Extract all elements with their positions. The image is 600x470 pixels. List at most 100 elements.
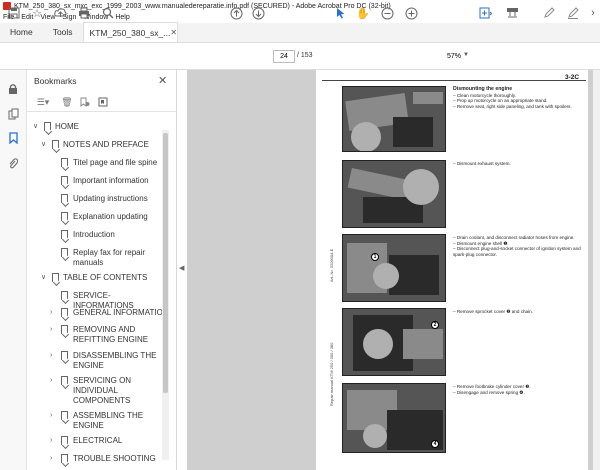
highlight-pen-icon[interactable] bbox=[542, 6, 556, 20]
chevron-right-icon[interactable]: › bbox=[50, 411, 58, 421]
tab-document[interactable]: KTM_250_380_sx_... ✕ bbox=[82, 22, 178, 42]
instruction-line: – Remove seat, right side paneling, and … bbox=[453, 103, 572, 109]
bookmark-label: Replay fax for repair manuals bbox=[73, 248, 146, 267]
chevron-down-icon[interactable]: ∨ bbox=[41, 273, 49, 283]
manual-photo-5: 4 bbox=[342, 383, 446, 453]
chevron-right-icon[interactable]: › bbox=[50, 454, 58, 464]
zoom-out-icon[interactable] bbox=[380, 6, 394, 20]
bookmark-options-icon[interactable]: ☰▾ bbox=[34, 96, 52, 108]
bookmarks-toolbar: ☰▾ 🗑 bbox=[27, 92, 177, 112]
page-total: / 153 bbox=[297, 52, 313, 59]
bookmark-star-icon[interactable]: ☆ bbox=[30, 6, 44, 20]
page-fit-icon[interactable] bbox=[478, 6, 492, 20]
comment-stamp-icon[interactable] bbox=[505, 6, 519, 20]
bookmark-label: TROUBLE SHOOTING bbox=[73, 454, 156, 463]
zoom-chevron-down-icon[interactable]: ▼ bbox=[463, 52, 469, 58]
callout-marker: 1 bbox=[371, 253, 379, 261]
bookmark-icon bbox=[61, 376, 68, 385]
bookmark-label: Important information bbox=[73, 176, 149, 185]
select-cursor-icon[interactable] bbox=[334, 6, 348, 20]
bookmark-icon bbox=[61, 454, 68, 463]
instruction-block-2: – Dismount exhaust system. bbox=[453, 161, 585, 167]
bookmark-icon bbox=[52, 140, 59, 149]
manual-photo-3: 1 bbox=[342, 234, 446, 302]
callout-marker: 4 bbox=[431, 440, 439, 448]
instruction-block-1: Dismounting the engine – Clean motorcycl… bbox=[453, 86, 585, 109]
sign-pen-icon[interactable] bbox=[566, 6, 580, 20]
manual-photo-1 bbox=[342, 86, 446, 152]
instruction-line: – Remove sprocket cover ❷ and chain. bbox=[453, 309, 533, 314]
bookmarks-scrollbar[interactable] bbox=[162, 130, 169, 460]
callout-marker: 2 bbox=[431, 321, 439, 329]
instruction-line: – Dismount exhaust system. bbox=[453, 161, 511, 166]
bookmark-label: SERVICING ON INDIVIDUAL COMPONENTS bbox=[73, 376, 132, 405]
zoom-in-icon[interactable] bbox=[404, 6, 418, 20]
instruction-block-3: – Drain coolant, and disconnect radiator… bbox=[453, 235, 585, 257]
chevron-down-icon[interactable]: ∨ bbox=[33, 122, 41, 132]
bookmarks-panel-title: Bookmarks bbox=[34, 76, 77, 86]
print-icon[interactable] bbox=[77, 6, 91, 20]
new-bookmark-icon[interactable] bbox=[79, 96, 91, 108]
search-icon[interactable] bbox=[101, 6, 115, 20]
chevron-right-icon[interactable]: › bbox=[50, 436, 58, 446]
bookmark-label: Updating instructions bbox=[73, 194, 148, 203]
bookmark-label: HOME bbox=[55, 122, 79, 131]
bookmark-icon bbox=[52, 273, 59, 282]
bookmark-icon bbox=[61, 436, 68, 445]
tab-tools-label: Tools bbox=[52, 27, 73, 37]
bookmark-icon bbox=[61, 291, 68, 300]
bookmark-icon bbox=[61, 230, 68, 239]
article-number-text: Art.-Nr. 3206004-E bbox=[329, 248, 334, 282]
bookmark-label: Titel page and file spine bbox=[73, 158, 158, 167]
page-header-rule bbox=[322, 80, 586, 81]
bookmarks-scroll-thumb[interactable] bbox=[163, 133, 168, 393]
hand-tool-icon[interactable]: ✋ bbox=[356, 6, 370, 20]
close-tab-icon[interactable]: ✕ bbox=[170, 28, 177, 37]
bookmark-label: GENERAL INFORMATION bbox=[73, 308, 169, 317]
previous-page-icon[interactable] bbox=[229, 6, 243, 20]
page-thumbnails-icon[interactable] bbox=[6, 107, 20, 121]
bookmark-icon bbox=[61, 248, 68, 257]
bookmark-from-selection-icon[interactable] bbox=[97, 96, 109, 108]
instruction-line: – Drain coolant, and disconnect radiator… bbox=[453, 235, 575, 240]
bookmark-icon bbox=[61, 351, 68, 360]
bookmark-icon bbox=[44, 122, 51, 131]
chevron-right-icon[interactable]: › bbox=[50, 308, 58, 318]
bookmark-label: ASSEMBLING THE ENGINE bbox=[73, 411, 144, 430]
manual-photo-2 bbox=[342, 160, 446, 228]
bookmark-label: NOTES AND PREFACE bbox=[63, 140, 149, 149]
chevron-down-icon[interactable]: ∨ bbox=[41, 140, 49, 150]
more-tools-icon[interactable]: › bbox=[586, 6, 600, 20]
chevron-right-icon[interactable]: › bbox=[50, 351, 58, 361]
tab-tools[interactable]: Tools bbox=[43, 22, 83, 42]
lock-icon[interactable] bbox=[6, 82, 20, 96]
instruction-line: – Disconnect plug-and-socket connector o… bbox=[453, 246, 581, 257]
bookmark-label: Introduction bbox=[73, 230, 115, 239]
left-navigation-rail bbox=[0, 70, 27, 470]
manual-photo-4: 2 bbox=[342, 308, 446, 376]
page-number-input[interactable]: 24 bbox=[273, 50, 295, 63]
bookmark-label: ELECTRICAL bbox=[73, 436, 123, 445]
bookmark-label: REMOVING AND REFITTING ENGINE bbox=[73, 325, 149, 344]
upload-cloud-icon[interactable] bbox=[53, 6, 67, 20]
instruction-block-5: – Remove footbrake cylinder cover ❸. – D… bbox=[453, 384, 585, 395]
document-scrollbar[interactable] bbox=[593, 70, 600, 470]
attachments-paperclip-icon[interactable] bbox=[6, 156, 20, 170]
menu-help[interactable]: Help bbox=[115, 14, 129, 21]
tab-home-label: Home bbox=[10, 27, 33, 37]
manual-footer-text: Repair manual KTM 250 / 300 / 380 bbox=[329, 342, 334, 406]
chevron-right-icon[interactable]: › bbox=[50, 376, 58, 386]
bookmarks-panel-icon[interactable] bbox=[6, 131, 20, 145]
chevron-right-icon[interactable]: › bbox=[50, 325, 58, 335]
tab-home[interactable]: Home bbox=[0, 22, 43, 42]
save-icon[interactable] bbox=[7, 6, 21, 20]
collapse-panel-icon[interactable]: ◀ bbox=[179, 264, 184, 272]
page-section-number: 3-2C bbox=[565, 74, 580, 81]
next-page-icon[interactable] bbox=[251, 6, 265, 20]
bookmark-label: Explanation updating bbox=[73, 212, 148, 221]
zoom-level-dropdown[interactable]: 57% bbox=[425, 50, 463, 63]
bookmark-icon bbox=[61, 212, 68, 221]
delete-bookmark-icon[interactable]: 🗑 bbox=[61, 96, 73, 108]
close-panel-icon[interactable]: ✕ bbox=[158, 74, 167, 87]
bookmark-label: DISASSEMBLING THE ENGINE bbox=[73, 351, 157, 370]
